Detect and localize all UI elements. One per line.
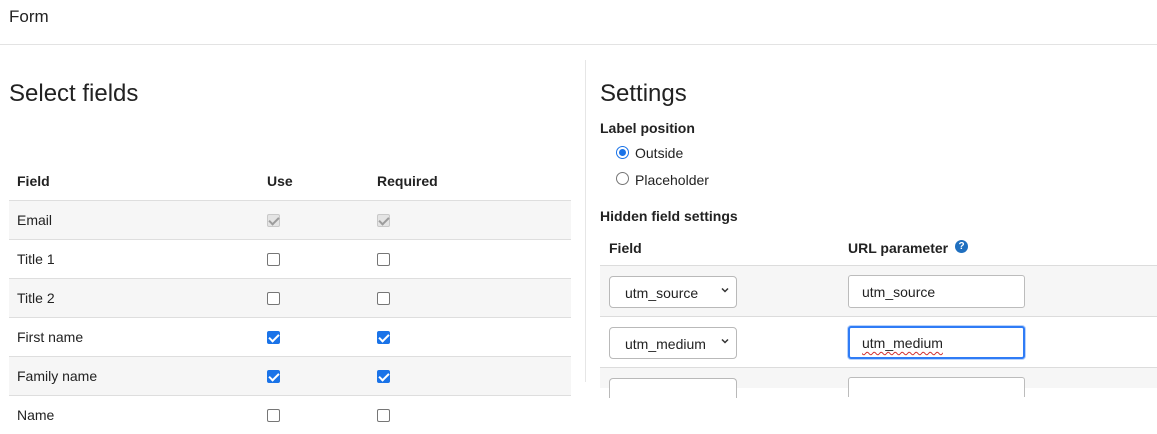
- table-row: [600, 368, 1157, 398]
- table-row: Title 2: [9, 278, 571, 317]
- placeholder-radio[interactable]: [616, 172, 629, 185]
- field-select[interactable]: [609, 378, 737, 398]
- chevron-down-icon: [721, 287, 729, 293]
- field-label: Title 1: [17, 251, 55, 267]
- column-header-url-parameter: URL parameter: [848, 240, 949, 256]
- field-label: First name: [17, 329, 84, 345]
- table-row: utm_source utm_source: [600, 266, 1157, 317]
- table-row: Family name: [9, 356, 571, 395]
- required-checkbox[interactable]: [377, 370, 390, 383]
- use-checkbox[interactable]: [267, 253, 280, 266]
- field-label: Email: [17, 212, 53, 228]
- table-row: Title 1: [9, 239, 571, 278]
- table-row: First name: [9, 317, 571, 356]
- hidden-field-settings-label: Hidden field settings: [600, 208, 738, 224]
- label-position-label: Label position: [600, 120, 695, 136]
- column-header-use: Use: [267, 173, 293, 189]
- placeholder-radio-label[interactable]: Placeholder: [635, 172, 709, 188]
- table-row: Email: [9, 200, 571, 239]
- field-label: Name: [17, 407, 55, 423]
- required-checkbox[interactable]: [377, 409, 390, 422]
- question-circle-icon[interactable]: ?: [955, 240, 968, 253]
- settings-panel: Settings Label position Outside Placehol…: [600, 0, 1157, 398]
- url-parameter-value: utm_source: [862, 284, 936, 300]
- field-select[interactable]: utm_source: [609, 276, 737, 308]
- select-fields-heading: Select fields: [9, 80, 139, 107]
- field-select[interactable]: utm_medium: [609, 327, 737, 359]
- use-checkbox[interactable]: [267, 292, 280, 305]
- outside-radio-label[interactable]: Outside: [635, 145, 683, 161]
- column-header-required: Required: [377, 173, 438, 189]
- url-parameter-value: utm_medium: [862, 335, 943, 351]
- use-checkbox[interactable]: [267, 409, 280, 422]
- use-checkbox[interactable]: [267, 331, 280, 344]
- required-checkbox: [377, 214, 390, 227]
- hidden-fields-header: Field URL parameter ?: [600, 228, 1157, 266]
- field-select-value: utm_medium: [625, 336, 706, 352]
- use-checkbox[interactable]: [267, 370, 280, 383]
- required-checkbox[interactable]: [377, 331, 390, 344]
- required-checkbox[interactable]: [377, 253, 390, 266]
- required-checkbox[interactable]: [377, 292, 390, 305]
- table-row: utm_medium utm_medium: [600, 317, 1157, 368]
- url-parameter-input[interactable]: [848, 377, 1025, 397]
- column-header-field: Field: [609, 240, 642, 256]
- table-row: Name: [9, 395, 571, 434]
- settings-heading: Settings: [600, 80, 687, 107]
- url-parameter-input[interactable]: utm_medium: [848, 326, 1025, 359]
- field-select-value: utm_source: [625, 285, 699, 301]
- use-checkbox: [267, 214, 280, 227]
- chevron-down-icon: [721, 338, 729, 344]
- url-parameter-input[interactable]: utm_source: [848, 275, 1025, 308]
- outside-radio[interactable]: [616, 146, 629, 159]
- page-title: Form: [9, 7, 49, 26]
- field-label: Title 2: [17, 290, 55, 306]
- column-header-field: Field: [17, 173, 50, 189]
- fields-table-header: Field Use Required: [9, 161, 571, 200]
- column-divider: [585, 60, 586, 382]
